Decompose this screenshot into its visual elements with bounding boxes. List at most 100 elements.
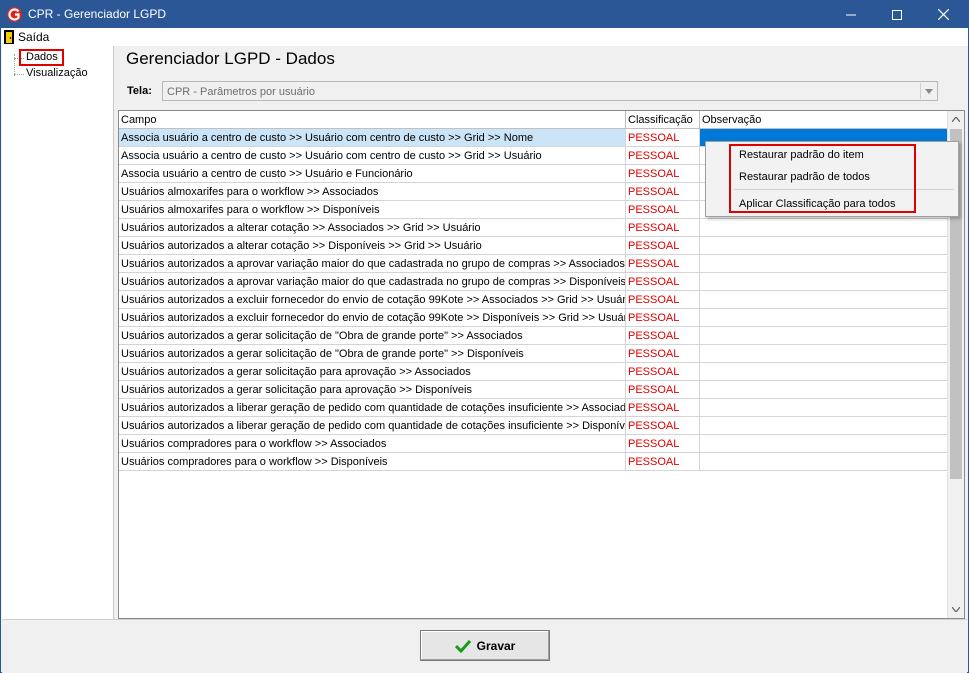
cell-observacao[interactable] xyxy=(700,291,949,309)
cell-observacao[interactable] xyxy=(700,273,949,291)
cell-observacao[interactable] xyxy=(700,399,949,417)
cell-observacao[interactable] xyxy=(700,219,949,237)
cell-classificacao[interactable]: PESSOAL xyxy=(626,129,700,147)
cell-observacao[interactable] xyxy=(700,417,949,435)
cell-classificacao[interactable]: PESSOAL xyxy=(626,165,700,183)
cell-campo[interactable]: Usuários autorizados a alterar cotação >… xyxy=(119,237,626,255)
column-header-campo[interactable]: Campo xyxy=(119,111,626,129)
cell-campo[interactable]: Usuários autorizados a gerar solicitação… xyxy=(119,381,626,399)
column-header-classificacao[interactable]: Classificação xyxy=(626,111,700,129)
cell-campo[interactable]: Usuários autorizados a aprovar variação … xyxy=(119,255,626,273)
cell-campo[interactable]: Usuários autorizados a gerar solicitação… xyxy=(119,345,626,363)
cell-campo[interactable]: Usuários autorizados a aprovar variação … xyxy=(119,273,626,291)
table-row[interactable]: Usuários autorizados a gerar solicitação… xyxy=(119,345,949,363)
table-row[interactable]: Usuários autorizados a aprovar variação … xyxy=(119,255,949,273)
cell-observacao[interactable] xyxy=(700,327,949,345)
table-row[interactable]: Usuários autorizados a liberar geração d… xyxy=(119,417,949,435)
table-row[interactable]: Usuários autorizados a alterar cotação >… xyxy=(119,219,949,237)
tela-select-value: CPR - Parâmetros por usuário xyxy=(167,86,315,98)
menu-bar: Saída xyxy=(1,28,968,46)
cell-classificacao[interactable]: PESSOAL xyxy=(626,453,700,471)
cell-observacao[interactable] xyxy=(700,255,949,273)
table-row[interactable]: Usuários compradores para o workflow >> … xyxy=(119,453,949,471)
app-logo-icon xyxy=(7,7,22,22)
table-row[interactable]: Usuários autorizados a excluir fornecedo… xyxy=(119,291,949,309)
scroll-up-button[interactable] xyxy=(948,111,964,128)
cell-classificacao[interactable]: PESSOAL xyxy=(626,147,700,165)
exit-door-icon xyxy=(4,30,14,44)
cell-classificacao[interactable]: PESSOAL xyxy=(626,219,700,237)
cell-classificacao[interactable]: PESSOAL xyxy=(626,183,700,201)
cell-classificacao[interactable]: PESSOAL xyxy=(626,381,700,399)
highlight-box-dados xyxy=(19,49,64,66)
cell-observacao[interactable] xyxy=(700,435,949,453)
cell-classificacao[interactable]: PESSOAL xyxy=(626,237,700,255)
app-window: CPR - Gerenciador LGPD Saída Dados Visua… xyxy=(0,0,969,673)
tela-dropdown-button[interactable] xyxy=(920,83,936,99)
scroll-down-icon xyxy=(952,607,960,612)
cell-classificacao[interactable]: PESSOAL xyxy=(626,417,700,435)
cell-observacao[interactable] xyxy=(700,453,949,471)
cell-classificacao[interactable]: PESSOAL xyxy=(626,255,700,273)
cell-campo[interactable]: Associa usuário a centro de custo >> Usu… xyxy=(119,147,626,165)
cell-campo[interactable]: Usuários autorizados a liberar geração d… xyxy=(119,399,626,417)
minimize-button[interactable] xyxy=(828,1,874,28)
cell-classificacao[interactable]: PESSOAL xyxy=(626,435,700,453)
cell-observacao[interactable] xyxy=(700,237,949,255)
cell-classificacao[interactable]: PESSOAL xyxy=(626,399,700,417)
minimize-icon xyxy=(846,14,856,15)
cell-campo[interactable]: Usuários autorizados a liberar geração d… xyxy=(119,417,626,435)
save-button[interactable]: Gravar xyxy=(420,630,550,661)
tela-select[interactable]: CPR - Parâmetros por usuário xyxy=(162,81,938,101)
tela-label: Tela: xyxy=(127,85,152,97)
cell-classificacao[interactable]: PESSOAL xyxy=(626,291,700,309)
cell-classificacao[interactable]: PESSOAL xyxy=(626,201,700,219)
window-title: CPR - Gerenciador LGPD xyxy=(28,7,167,21)
cell-campo[interactable]: Usuários autorizados a gerar solicitação… xyxy=(119,327,626,345)
tree-connector xyxy=(14,74,24,75)
cell-campo[interactable]: Usuários autorizados a excluir fornecedo… xyxy=(119,291,626,309)
menu-exit-label: Saída xyxy=(18,30,50,44)
menu-exit[interactable]: Saída xyxy=(4,29,49,45)
cell-campo[interactable]: Associa usuário a centro de custo >> Usu… xyxy=(119,129,626,147)
table-row[interactable]: Usuários autorizados a gerar solicitação… xyxy=(119,363,949,381)
maximize-icon xyxy=(892,9,902,20)
cell-campo[interactable]: Usuários autorizados a gerar solicitação… xyxy=(119,363,626,381)
checkmark-icon xyxy=(454,639,471,653)
page-title: Gerenciador LGPD - Dados xyxy=(126,49,335,68)
cell-campo[interactable]: Usuários compradores para o workflow >> … xyxy=(119,453,626,471)
cell-campo[interactable]: Usuários compradores para o workflow >> … xyxy=(119,435,626,453)
cell-campo[interactable]: Usuários autorizados a excluir fornecedo… xyxy=(119,309,626,327)
table-row[interactable]: Usuários autorizados a excluir fornecedo… xyxy=(119,309,949,327)
title-bar[interactable]: CPR - Gerenciador LGPD xyxy=(1,1,968,28)
scroll-down-button[interactable] xyxy=(948,601,964,618)
cell-campo[interactable]: Usuários almoxarifes para o workflow >> … xyxy=(119,201,626,219)
tree-item-visualizacao[interactable]: Visualização xyxy=(26,67,88,79)
table-row[interactable]: Usuários autorizados a gerar solicitação… xyxy=(119,327,949,345)
cell-observacao[interactable] xyxy=(700,345,949,363)
cell-classificacao[interactable]: PESSOAL xyxy=(626,345,700,363)
cell-campo[interactable]: Associa usuário a centro de custo >> Usu… xyxy=(119,165,626,183)
close-icon xyxy=(937,9,949,20)
table-row[interactable]: Usuários autorizados a gerar solicitação… xyxy=(119,381,949,399)
save-button-label: Gravar xyxy=(476,638,516,653)
cell-observacao[interactable] xyxy=(700,381,949,399)
column-header-observacao[interactable]: Observação xyxy=(700,111,949,129)
table-row[interactable]: Usuários compradores para o workflow >> … xyxy=(119,435,949,453)
cell-campo[interactable]: Usuários almoxarifes para o workflow >> … xyxy=(119,183,626,201)
scroll-up-icon xyxy=(952,117,960,122)
navigation-tree: Dados Visualização xyxy=(2,46,114,619)
cell-observacao[interactable] xyxy=(700,363,949,381)
close-button[interactable] xyxy=(920,1,966,28)
table-row[interactable]: Usuários autorizados a aprovar variação … xyxy=(119,273,949,291)
cell-campo[interactable]: Usuários autorizados a alterar cotação >… xyxy=(119,219,626,237)
cell-classificacao[interactable]: PESSOAL xyxy=(626,309,700,327)
cell-classificacao[interactable]: PESSOAL xyxy=(626,327,700,345)
cell-classificacao[interactable]: PESSOAL xyxy=(626,363,700,381)
maximize-button[interactable] xyxy=(874,1,920,28)
cell-observacao[interactable] xyxy=(700,309,949,327)
table-row[interactable]: Usuários autorizados a alterar cotação >… xyxy=(119,237,949,255)
grid-header: Campo Classificação Observação xyxy=(119,111,949,129)
table-row[interactable]: Usuários autorizados a liberar geração d… xyxy=(119,399,949,417)
cell-classificacao[interactable]: PESSOAL xyxy=(626,273,700,291)
